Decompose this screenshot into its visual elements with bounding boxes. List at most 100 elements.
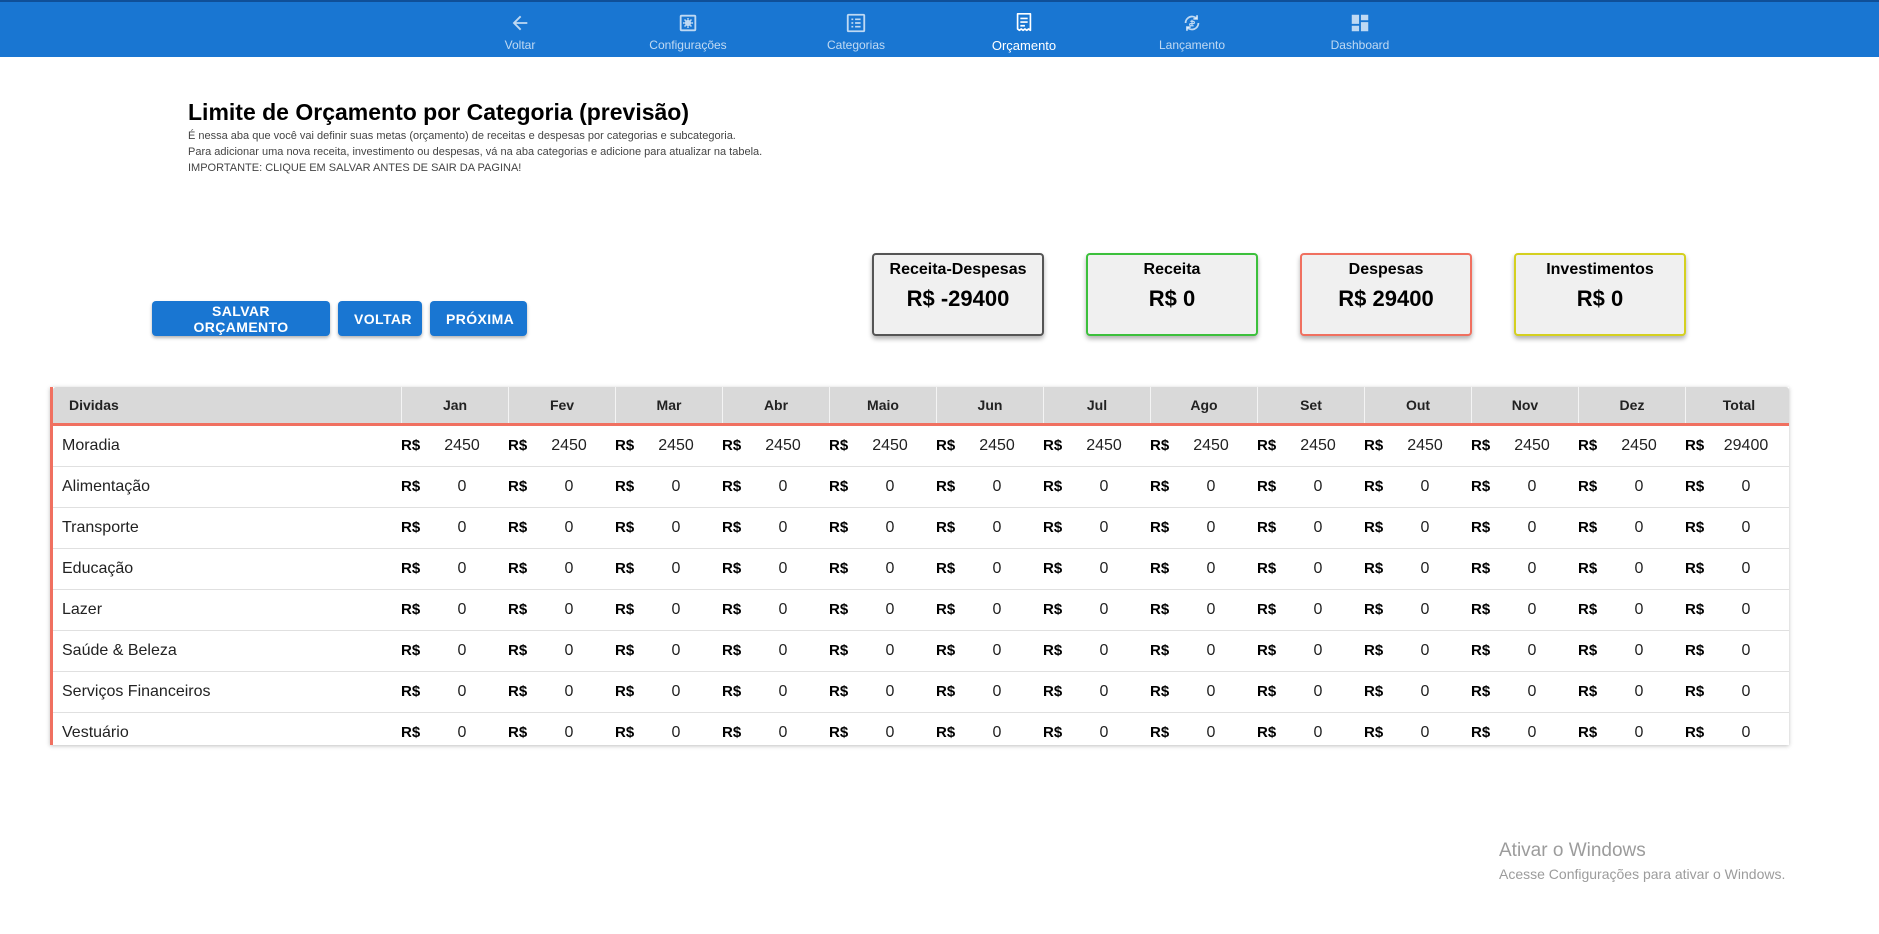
save-budget-button[interactable]: SALVAR ORÇAMENTO bbox=[152, 301, 330, 336]
budget-input[interactable] bbox=[970, 436, 1024, 456]
budget-input[interactable] bbox=[1077, 641, 1131, 661]
budget-input[interactable] bbox=[756, 682, 810, 702]
budget-input[interactable] bbox=[1505, 723, 1559, 743]
budget-input[interactable] bbox=[1291, 723, 1345, 743]
budget-input[interactable] bbox=[1612, 559, 1666, 579]
budget-input[interactable] bbox=[542, 641, 596, 661]
budget-input[interactable] bbox=[756, 641, 810, 661]
budget-input[interactable] bbox=[1291, 518, 1345, 538]
budget-input[interactable] bbox=[1184, 682, 1238, 702]
budget-input[interactable] bbox=[1398, 436, 1452, 456]
budget-input[interactable] bbox=[435, 477, 489, 497]
budget-input[interactable] bbox=[863, 559, 917, 579]
budget-input[interactable] bbox=[649, 641, 703, 661]
budget-input[interactable] bbox=[649, 723, 703, 743]
budget-input[interactable] bbox=[649, 559, 703, 579]
budget-input[interactable] bbox=[863, 600, 917, 620]
budget-input[interactable] bbox=[1612, 641, 1666, 661]
budget-input[interactable] bbox=[542, 436, 596, 456]
budget-input[interactable] bbox=[970, 682, 1024, 702]
budget-input[interactable] bbox=[542, 723, 596, 743]
budget-input[interactable] bbox=[1077, 682, 1131, 702]
budget-input[interactable] bbox=[1291, 477, 1345, 497]
nav-categorias[interactable]: Categorias bbox=[791, 12, 921, 54]
back-button[interactable]: VOLTAR bbox=[338, 301, 422, 336]
budget-input[interactable] bbox=[1612, 477, 1666, 497]
budget-input[interactable] bbox=[970, 477, 1024, 497]
budget-input[interactable] bbox=[1291, 600, 1345, 620]
budget-input[interactable] bbox=[1505, 477, 1559, 497]
budget-input[interactable] bbox=[1612, 518, 1666, 538]
budget-input[interactable] bbox=[435, 559, 489, 579]
budget-input[interactable] bbox=[1612, 600, 1666, 620]
budget-input[interactable] bbox=[970, 559, 1024, 579]
budget-input[interactable] bbox=[649, 682, 703, 702]
budget-input[interactable] bbox=[1184, 641, 1238, 661]
budget-input[interactable] bbox=[1612, 723, 1666, 743]
budget-input[interactable] bbox=[863, 682, 917, 702]
nav-voltar[interactable]: Voltar bbox=[455, 12, 585, 54]
budget-input[interactable] bbox=[649, 518, 703, 538]
budget-input[interactable] bbox=[1184, 436, 1238, 456]
budget-input[interactable] bbox=[542, 477, 596, 497]
budget-input[interactable] bbox=[1291, 436, 1345, 456]
budget-input[interactable] bbox=[1398, 600, 1452, 620]
budget-input[interactable] bbox=[542, 518, 596, 538]
budget-input[interactable] bbox=[756, 436, 810, 456]
budget-input[interactable] bbox=[542, 600, 596, 620]
budget-input[interactable] bbox=[1398, 518, 1452, 538]
budget-input[interactable] bbox=[863, 518, 917, 538]
budget-input[interactable] bbox=[1398, 682, 1452, 702]
budget-input[interactable] bbox=[1184, 559, 1238, 579]
budget-input[interactable] bbox=[1398, 477, 1452, 497]
budget-input[interactable] bbox=[863, 641, 917, 661]
budget-input[interactable] bbox=[1184, 723, 1238, 743]
budget-input[interactable] bbox=[649, 600, 703, 620]
budget-input[interactable] bbox=[863, 477, 917, 497]
budget-input[interactable] bbox=[1612, 682, 1666, 702]
budget-input[interactable] bbox=[756, 518, 810, 538]
budget-input[interactable] bbox=[435, 682, 489, 702]
budget-input[interactable] bbox=[1612, 436, 1666, 456]
budget-input[interactable] bbox=[1077, 723, 1131, 743]
budget-input[interactable] bbox=[1077, 518, 1131, 538]
budget-input[interactable] bbox=[1398, 723, 1452, 743]
budget-input[interactable] bbox=[756, 559, 810, 579]
nav-dashboard[interactable]: Dashboard bbox=[1295, 12, 1425, 54]
budget-input[interactable] bbox=[649, 436, 703, 456]
budget-input[interactable] bbox=[1505, 559, 1559, 579]
budget-input[interactable] bbox=[863, 723, 917, 743]
budget-input[interactable] bbox=[1398, 641, 1452, 661]
budget-input[interactable] bbox=[435, 641, 489, 661]
budget-input[interactable] bbox=[1291, 559, 1345, 579]
nav-configuracoes[interactable]: Configurações bbox=[623, 12, 753, 54]
budget-input[interactable] bbox=[863, 436, 917, 456]
budget-input[interactable] bbox=[1184, 477, 1238, 497]
budget-input[interactable] bbox=[1077, 600, 1131, 620]
budget-input[interactable] bbox=[1291, 641, 1345, 661]
budget-input[interactable] bbox=[435, 723, 489, 743]
budget-input[interactable] bbox=[1505, 518, 1559, 538]
budget-input[interactable] bbox=[970, 723, 1024, 743]
budget-input[interactable] bbox=[1184, 518, 1238, 538]
budget-input[interactable] bbox=[1077, 477, 1131, 497]
budget-input[interactable] bbox=[542, 682, 596, 702]
next-button[interactable]: PRÓXIMA bbox=[430, 301, 527, 336]
budget-input[interactable] bbox=[1077, 559, 1131, 579]
budget-input[interactable] bbox=[756, 723, 810, 743]
budget-input[interactable] bbox=[756, 600, 810, 620]
budget-input[interactable] bbox=[1184, 600, 1238, 620]
budget-input[interactable] bbox=[970, 600, 1024, 620]
budget-input[interactable] bbox=[1398, 559, 1452, 579]
budget-input[interactable] bbox=[970, 641, 1024, 661]
budget-input[interactable] bbox=[1505, 641, 1559, 661]
budget-input[interactable] bbox=[1077, 436, 1131, 456]
budget-input[interactable] bbox=[1505, 436, 1559, 456]
nav-orcamento[interactable]: Orçamento bbox=[959, 12, 1089, 54]
nav-lancamento[interactable]: Lançamento bbox=[1127, 12, 1257, 54]
budget-input[interactable] bbox=[435, 600, 489, 620]
budget-input[interactable] bbox=[1505, 682, 1559, 702]
budget-input[interactable] bbox=[970, 518, 1024, 538]
budget-input[interactable] bbox=[1291, 682, 1345, 702]
budget-input[interactable] bbox=[1505, 600, 1559, 620]
